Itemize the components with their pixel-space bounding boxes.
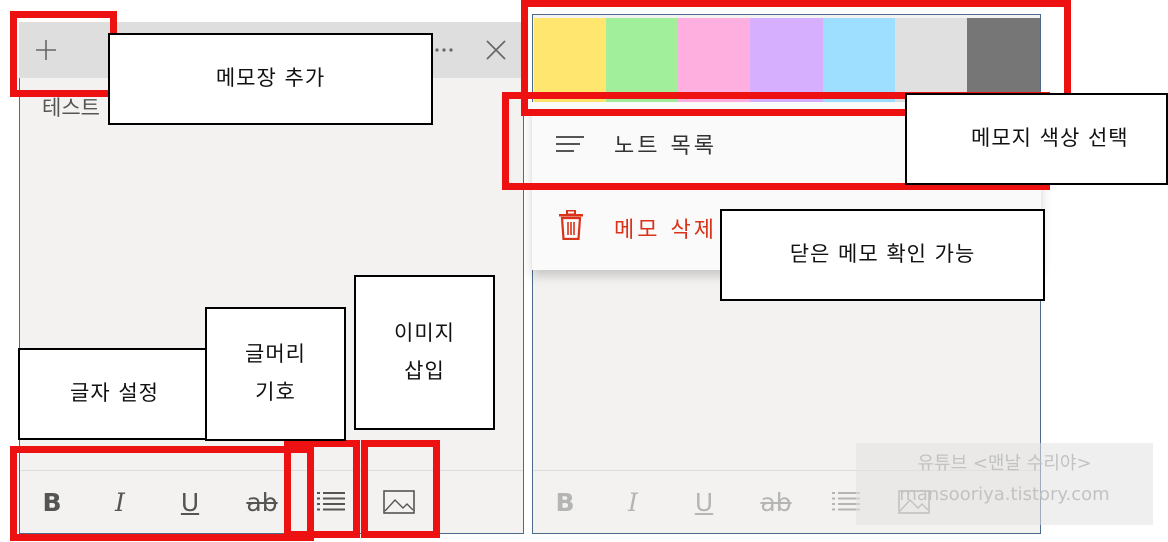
callout-bullet-symbol-line2: 기호 <box>255 380 296 404</box>
callout-add-memo-text: 메모장 추가 <box>215 66 326 91</box>
callout-select-color: 메모지 색상 선택 <box>905 93 1168 185</box>
callout-text-format-text: 글자 설정 <box>70 381 159 406</box>
highlight-image <box>361 440 440 538</box>
trash-icon <box>558 209 584 244</box>
callout-insert-image-line1: 이미지 <box>394 320 455 345</box>
callout-bullet-symbol-line1: 글머리 <box>245 342 306 367</box>
callout-add-memo: 메모장 추가 <box>108 33 433 125</box>
watermark-line1: 유튜브 <맨날 수리야> <box>917 453 1092 474</box>
right-underline-button[interactable]: U <box>684 482 724 522</box>
highlight-add-memo <box>10 11 117 97</box>
callout-text-format: 글자 설정 <box>18 348 211 440</box>
highlight-bullet-list <box>284 440 360 538</box>
callout-bullet-symbol: 글머리 기호 <box>205 307 346 441</box>
callout-view-closed-memo: 닫은 메모 확인 가능 <box>720 209 1045 301</box>
watermark: 유튜브 <맨날 수리야> mansooriya.tistory.com <box>856 443 1153 525</box>
callout-insert-image: 이미지 삽입 <box>354 275 495 430</box>
close-icon[interactable] <box>476 30 516 70</box>
right-bold-button[interactable]: B <box>545 482 585 522</box>
callout-view-closed-memo-text: 닫은 메모 확인 가능 <box>789 242 976 267</box>
delete-note-menu-item[interactable]: 메모 삭제 <box>614 212 717 244</box>
right-strikethrough-button[interactable]: ab <box>756 482 796 522</box>
highlight-text-format <box>10 446 314 541</box>
callout-select-color-text: 메모지 색상 선택 <box>971 126 1129 151</box>
watermark-line2: mansooriya.tistory.com <box>899 483 1110 505</box>
callout-insert-image-line2: 삽입 <box>404 358 445 383</box>
right-italic-button[interactable]: I <box>613 482 653 522</box>
